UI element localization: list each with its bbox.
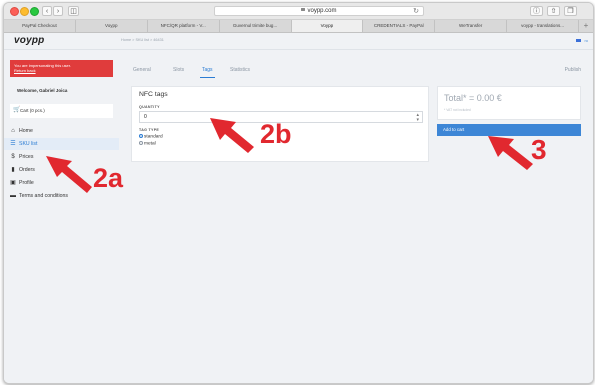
annotation-label-3: 3 [531,134,547,165]
arrow-2a-icon [46,156,92,193]
arrow-2b-icon [210,118,254,153]
annotation-label-2a: 2a [93,163,124,193]
annotation-label-2b: 2b [260,119,292,149]
arrow-3-icon [488,136,533,170]
screenshot-frame: ‹ › ◫ voypp.com ↻ ⓘ ⇧ ❐ PayPal Checkout … [0,0,595,385]
browser-window: ‹ › ◫ voypp.com ↻ ⓘ ⇧ ❐ PayPal Checkout … [3,2,594,384]
